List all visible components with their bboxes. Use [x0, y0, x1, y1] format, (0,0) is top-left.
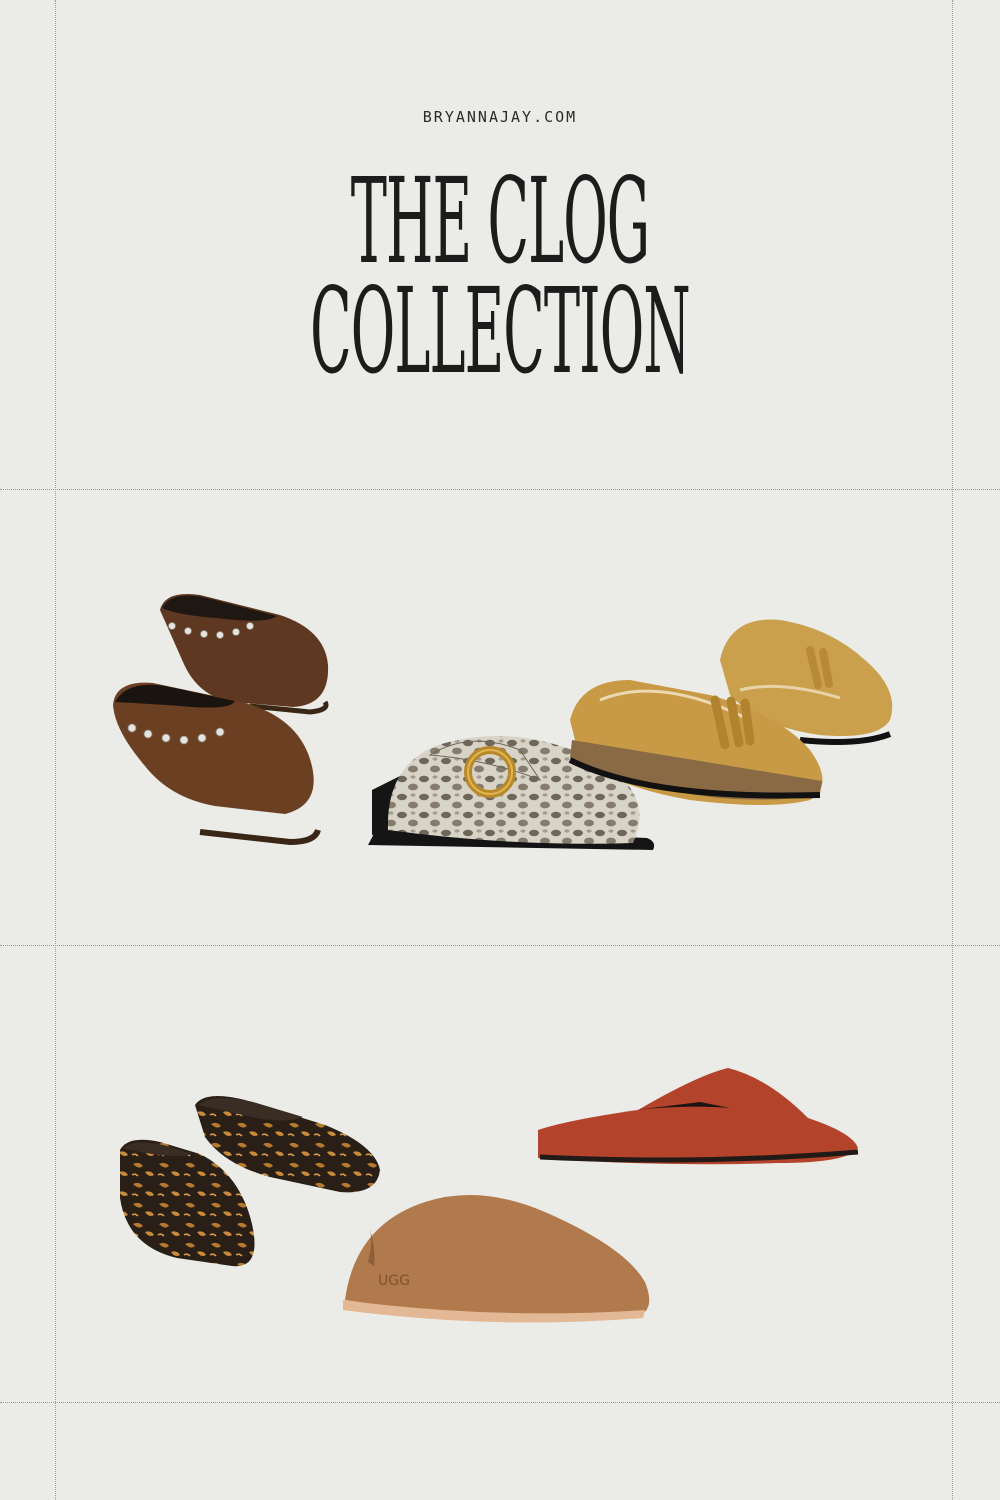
- tassel-loafer-clog-icon[interactable]: [568, 619, 893, 806]
- ugg-logo-mark: UGG: [378, 1273, 410, 1289]
- product-collage: UGG: [113, 594, 893, 1323]
- ugg-suede-clog-icon[interactable]: UGG: [343, 1194, 650, 1323]
- page: BRYANNAJAY.COM THE CLOG COLLECTION UGG: [0, 0, 1000, 1500]
- red-suede-mule-icon[interactable]: [538, 1068, 859, 1165]
- studded-suede-clog-icon[interactable]: [113, 594, 329, 846]
- leopard-calf-hair-clog-icon[interactable]: [120, 1096, 380, 1267]
